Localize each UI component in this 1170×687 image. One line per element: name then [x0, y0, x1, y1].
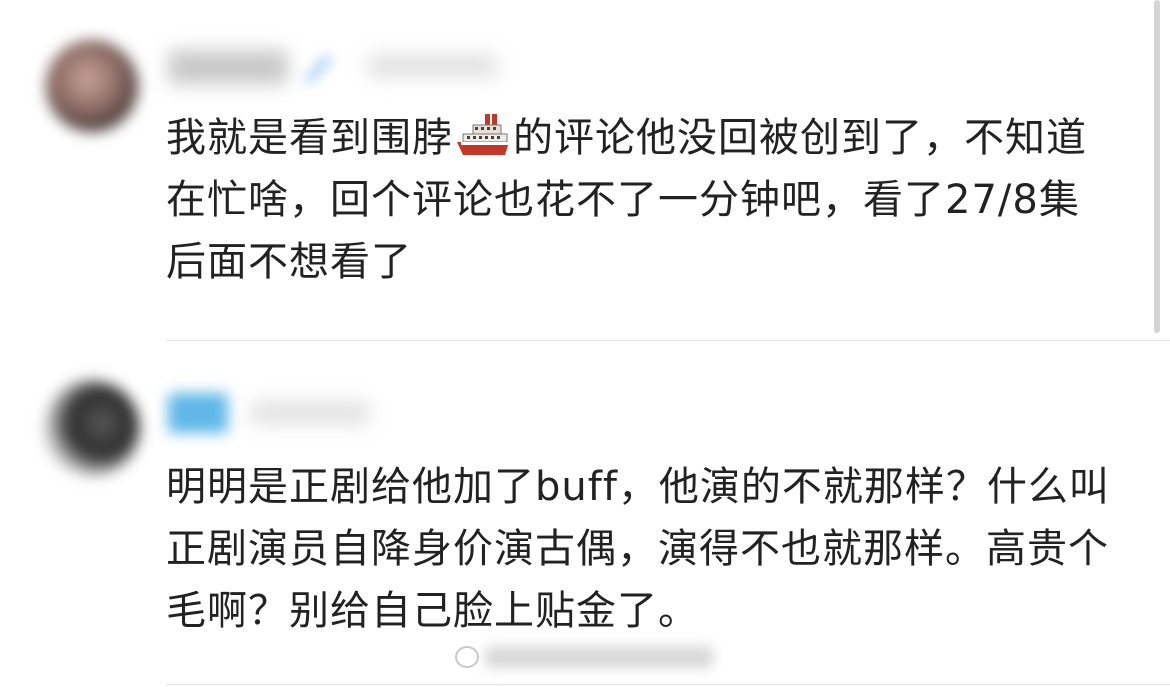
watermark-redacted [455, 640, 717, 674]
avatar[interactable] [44, 380, 140, 476]
username-redacted[interactable] [168, 50, 288, 84]
comment-text: 明明是正剧给他加了buff，他演的不就那样？什么叫正剧演员自降身价演古偶，演得不… [166, 464, 1110, 634]
comment-header [168, 40, 528, 100]
divider [166, 684, 1170, 685]
comment-item: 明明是正剧给他加了buff，他演的不就那样？什么叫正剧演员自降身价演古偶，演得不… [0, 342, 1170, 687]
avatar[interactable] [46, 40, 138, 132]
username-redacted[interactable] [168, 393, 228, 433]
ship-icon [457, 114, 509, 155]
pen-icon [304, 54, 332, 84]
timestamp-redacted [250, 401, 370, 425]
comment-item: 我就是看到围脖 的评论他没回被创到了，不知道在忙啥，回个评论也花不了一分钟吧，看… [0, 0, 1170, 340]
divider [166, 340, 1170, 341]
comment-text-part: 我就是看到围脖 [166, 115, 453, 161]
watermark-logo-icon [455, 646, 479, 668]
comment-header [168, 387, 528, 447]
watermark-text-redacted [485, 646, 713, 668]
comment-text: 我就是看到围脖 的评论他没回被创到了，不知道在忙啥，回个评论也花不了一分钟吧，看… [166, 107, 1116, 293]
timestamp-redacted [368, 54, 498, 78]
